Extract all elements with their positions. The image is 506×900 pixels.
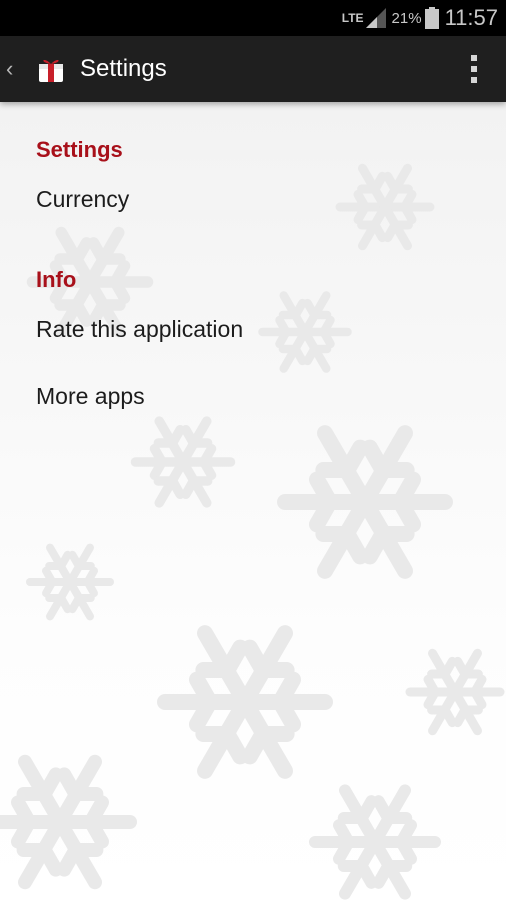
pref-item-more-apps[interactable]: More apps <box>0 381 506 411</box>
overflow-menu-icon[interactable] <box>470 55 478 83</box>
action-bar: ‹ Settings <box>0 36 506 102</box>
section-header-info: Info <box>36 267 77 292</box>
gift-box-icon[interactable] <box>36 54 66 84</box>
network-type: LTE <box>341 11 364 25</box>
section-header-settings: Settings <box>36 137 123 162</box>
battery-percentage: 21% <box>391 9 422 27</box>
signal-icon <box>365 8 386 28</box>
battery-icon <box>424 7 439 29</box>
back-chevron-icon[interactable]: ‹ <box>6 56 22 82</box>
network-indicator: LTE <box>342 8 386 28</box>
clock: 11:57 <box>444 5 498 30</box>
status-bar: LTE 21% 11:57 <box>0 0 506 36</box>
preferences-list: Settings Currency Info Rate this applica… <box>0 102 506 411</box>
pref-item-rate-app[interactable]: Rate this application <box>0 314 506 344</box>
pref-item-currency[interactable]: Currency <box>0 184 506 214</box>
page-title: Settings <box>80 55 167 82</box>
